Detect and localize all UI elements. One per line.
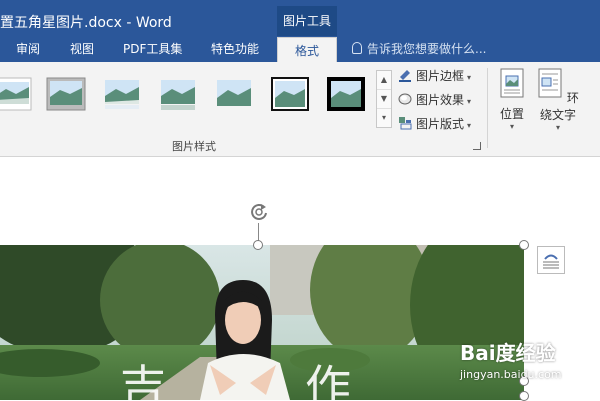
picture-styles-group-label: 图片样式 [172,140,216,153]
picture-border-icon [399,70,411,82]
picture-style-thumb-5[interactable] [214,76,254,112]
picture-style-thumb-3[interactable] [102,76,142,112]
picture-layout-label: 图片版式 [416,117,465,131]
resize-handle-top-right[interactable] [519,240,529,250]
chevron-down-icon: ▾ [467,73,472,82]
gallery-down-icon[interactable]: ▼ [377,90,391,109]
picture-style-thumb-7[interactable] [326,76,366,112]
svg-text:作: 作 [305,360,351,400]
chevron-down-icon: ▾ [509,122,514,131]
style-gallery-scroll[interactable]: ▲ ▼ ▾ [376,70,392,128]
picture-border-button[interactable]: 图片边框 ▾ [398,66,471,86]
wrap-text-icon [538,68,562,98]
watermark-url: jingyan.baidu.com [460,368,562,381]
layout-options-icon [543,254,559,269]
ribbon-tabs: 审阅 视图 PDF工具集 特色功能 格式 告诉我您想要做什么... [0,36,600,63]
picture-effects-icon [398,93,412,105]
picture-style-thumb-4[interactable] [158,76,198,112]
chevron-down-icon: ▾ [467,97,472,106]
watermark-brand: Bai度经验 [460,341,556,365]
svg-text:吉: 吉 [120,360,166,400]
picture-style-thumb-1[interactable] [0,76,32,112]
watermark: Bai度经验 jingyan.baidu.com [460,337,562,381]
picture-tools-context-label: 图片工具 [277,6,337,36]
wrap-text-button[interactable]: 环绕文字 ▾ [532,68,584,132]
position-icon [500,68,524,98]
dialog-launcher-icon[interactable] [473,142,481,150]
tell-me-placeholder: 告诉我您想要做什么... [367,42,487,56]
document-title: 置五角星图片.docx - Word [0,15,172,31]
tab-pdf-tools[interactable]: PDF工具集 [123,36,182,62]
picture-style-thumb-2[interactable] [46,76,86,112]
position-button[interactable]: 位置 ▾ [496,68,528,131]
picture-layout-icon [399,117,412,130]
position-label: 位置 [499,107,524,121]
gallery-up-icon[interactable]: ▲ [377,71,391,90]
tab-special-features[interactable]: 特色功能 [211,36,259,62]
tab-view[interactable]: 视图 [70,36,94,62]
title-bar: 置五角星图片.docx - Word 图片工具 [0,0,600,36]
tab-review[interactable]: 审阅 [16,36,40,62]
gallery-more-icon[interactable]: ▾ [377,109,391,127]
tab-format[interactable]: 格式 [277,37,337,63]
rotate-handle-icon[interactable] [248,201,270,223]
tell-me-box[interactable]: 告诉我您想要做什么... [352,36,486,62]
picture-effects-label: 图片效果 [416,93,465,107]
picture-border-label: 图片边框 [416,69,465,83]
resize-handle-top[interactable] [253,240,263,250]
chevron-down-icon: ▾ [467,121,472,130]
ribbon-format: ▲ ▼ ▾ 图片边框 ▾ 图片效果 ▾ 图片版式 ▾ 图片样式 位置 ▾ 环绕文字 ▾ [0,62,600,157]
lightbulb-icon [352,42,362,54]
layout-options-button[interactable] [537,246,565,274]
selected-picture[interactable]: 吉 作 [0,245,524,400]
chevron-down-icon: ▾ [555,123,560,132]
picture-style-thumb-6[interactable] [270,76,310,112]
group-separator [487,68,488,148]
garden-photo-image: 吉 作 [0,245,524,400]
picture-effects-button[interactable]: 图片效果 ▾ [398,90,471,110]
picture-layout-button[interactable]: 图片版式 ▾ [398,114,471,134]
